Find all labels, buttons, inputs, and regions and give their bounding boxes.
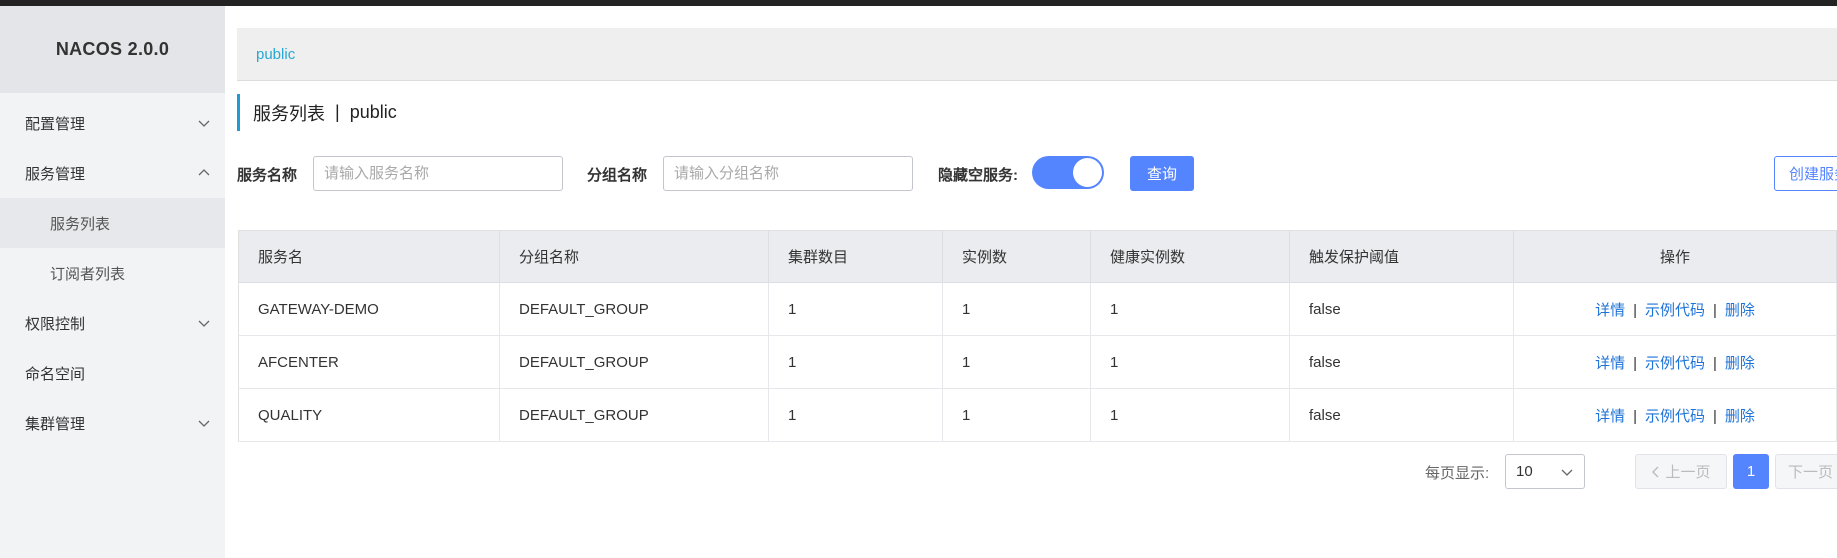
cell-actions: 详情 | 示例代码 | 删除 bbox=[1513, 388, 1837, 442]
per-page-value: 10 bbox=[1516, 463, 1533, 480]
cell-threshold: false bbox=[1289, 335, 1514, 389]
action-separator: | bbox=[1633, 407, 1637, 425]
action-separator: | bbox=[1713, 354, 1717, 372]
per-page-label: 每页显示: bbox=[1425, 465, 1490, 482]
next-page-label: 下一页 bbox=[1788, 464, 1834, 481]
sample-code-link[interactable]: 示例代码 bbox=[1645, 408, 1705, 425]
sidebar-item-label: 配置管理 bbox=[25, 115, 86, 133]
hide-empty-toggle[interactable] bbox=[1032, 156, 1104, 189]
page-title-namespace: public bbox=[349, 102, 397, 122]
column-header: 健康实例数 bbox=[1090, 230, 1290, 283]
cell-healthy-count: 1 bbox=[1090, 335, 1290, 389]
cell-actions: 详情 | 示例代码 | 删除 bbox=[1513, 335, 1837, 389]
cell-instance-count: 1 bbox=[942, 282, 1091, 336]
service-name-input[interactable] bbox=[313, 156, 563, 191]
sidebar-item-label: 订阅者列表 bbox=[50, 265, 126, 283]
cell-instance-count: 1 bbox=[942, 388, 1091, 442]
namespace-bar: public bbox=[237, 28, 1837, 81]
service-table: 服务名 分组名称 集群数目 实例数 健康实例数 触发保护阈值 操作 GATEWA… bbox=[238, 230, 1837, 442]
sidebar-item-service[interactable]: 服务管理 bbox=[0, 148, 225, 198]
chevron-down-icon bbox=[198, 120, 210, 127]
cell-group-name: DEFAULT_GROUP bbox=[499, 335, 769, 389]
cell-healthy-count: 1 bbox=[1090, 388, 1290, 442]
cell-group-name: DEFAULT_GROUP bbox=[499, 388, 769, 442]
sidebar-item-label: 服务管理 bbox=[25, 165, 86, 183]
table-row: QUALITY DEFAULT_GROUP 1 1 1 false 详情 | 示例代… bbox=[238, 388, 1837, 442]
column-header: 操作 bbox=[1513, 230, 1837, 283]
next-page-button[interactable]: 下一页 bbox=[1775, 454, 1837, 489]
page-title-separator: | bbox=[335, 102, 340, 122]
delete-link[interactable]: 删除 bbox=[1725, 355, 1755, 372]
action-separator: | bbox=[1713, 301, 1717, 319]
sidebar-item-config[interactable]: 配置管理 bbox=[0, 98, 225, 148]
detail-link[interactable]: 详情 bbox=[1595, 408, 1625, 425]
column-header: 分组名称 bbox=[499, 230, 769, 283]
sidebar-item-label: 权限控制 bbox=[25, 315, 86, 333]
namespace-link-public[interactable]: public bbox=[256, 46, 295, 63]
main-content: public 服务列表 | public 服务名称 分组名称 隐藏空服务: 查询… bbox=[225, 6, 1837, 558]
sample-code-link[interactable]: 示例代码 bbox=[1645, 302, 1705, 319]
column-header: 集群数目 bbox=[768, 230, 943, 283]
group-name-label: 分组名称 bbox=[587, 167, 648, 184]
cell-cluster-count: 1 bbox=[768, 388, 943, 442]
prev-page-button[interactable]: 上一页 bbox=[1635, 454, 1727, 489]
table-header-row: 服务名 分组名称 集群数目 实例数 健康实例数 触发保护阈值 操作 bbox=[238, 230, 1837, 283]
cell-threshold: false bbox=[1289, 282, 1514, 336]
cell-actions: 详情 | 示例代码 | 删除 bbox=[1513, 282, 1837, 336]
detail-link[interactable]: 详情 bbox=[1595, 355, 1625, 372]
cell-threshold: false bbox=[1289, 388, 1514, 442]
column-header: 实例数 bbox=[942, 230, 1091, 283]
brand-logo: NACOS 2.0.0 bbox=[0, 6, 225, 93]
prev-page-label: 上一页 bbox=[1665, 464, 1711, 481]
toggle-knob bbox=[1073, 158, 1102, 187]
sample-code-link[interactable]: 示例代码 bbox=[1645, 355, 1705, 372]
cell-instance-count: 1 bbox=[942, 335, 1091, 389]
column-header: 触发保护阈值 bbox=[1289, 230, 1514, 283]
sidebar: NACOS 2.0.0 配置管理 服务管理 服务列表 订阅者列表 权限控制 命名… bbox=[0, 6, 225, 558]
action-separator: | bbox=[1633, 354, 1637, 372]
cell-group-name: DEFAULT_GROUP bbox=[499, 282, 769, 336]
group-name-input[interactable] bbox=[663, 156, 913, 191]
table-row: GATEWAY-DEMO DEFAULT_GROUP 1 1 1 false 详… bbox=[238, 282, 1837, 336]
sidebar-item-label: 集群管理 bbox=[25, 415, 86, 433]
sidebar-item-subscriber-list[interactable]: 订阅者列表 bbox=[0, 248, 225, 298]
sidebar-item-label: 命名空间 bbox=[25, 365, 86, 383]
action-separator: | bbox=[1713, 407, 1717, 425]
cell-service-name: AFCENTER bbox=[238, 335, 500, 389]
cell-cluster-count: 1 bbox=[768, 335, 943, 389]
sidebar-item-label: 服务列表 bbox=[50, 215, 111, 233]
cell-service-name: GATEWAY-DEMO bbox=[238, 282, 500, 336]
page-title-text: 服务列表 bbox=[253, 103, 325, 124]
query-button[interactable]: 查询 bbox=[1130, 156, 1194, 191]
chevron-up-icon bbox=[198, 169, 210, 176]
table-row: AFCENTER DEFAULT_GROUP 1 1 1 false 详情 | 示例… bbox=[238, 335, 1837, 389]
per-page-select[interactable]: 10 bbox=[1505, 454, 1585, 489]
sidebar-item-namespace[interactable]: 命名空间 bbox=[0, 348, 225, 398]
chevron-left-icon bbox=[1652, 466, 1659, 477]
hide-empty-label: 隐藏空服务: bbox=[938, 167, 1018, 184]
sidebar-item-cluster[interactable]: 集群管理 bbox=[0, 398, 225, 448]
delete-link[interactable]: 删除 bbox=[1725, 408, 1755, 425]
sidebar-item-auth[interactable]: 权限控制 bbox=[0, 298, 225, 348]
cell-healthy-count: 1 bbox=[1090, 282, 1290, 336]
service-name-label: 服务名称 bbox=[237, 167, 298, 184]
chevron-down-icon bbox=[198, 320, 210, 327]
page-title: 服务列表 | public bbox=[237, 94, 397, 131]
detail-link[interactable]: 详情 bbox=[1595, 302, 1625, 319]
sidebar-item-service-list[interactable]: 服务列表 bbox=[0, 198, 225, 248]
action-separator: | bbox=[1633, 301, 1637, 319]
create-service-button[interactable]: 创建服务 bbox=[1774, 156, 1837, 191]
column-header: 服务名 bbox=[238, 230, 500, 283]
cell-service-name: QUALITY bbox=[238, 388, 500, 442]
page-number-1[interactable]: 1 bbox=[1733, 454, 1769, 489]
chevron-down-icon bbox=[198, 420, 210, 427]
cell-cluster-count: 1 bbox=[768, 282, 943, 336]
delete-link[interactable]: 删除 bbox=[1725, 302, 1755, 319]
chevron-down-icon bbox=[1561, 469, 1573, 476]
